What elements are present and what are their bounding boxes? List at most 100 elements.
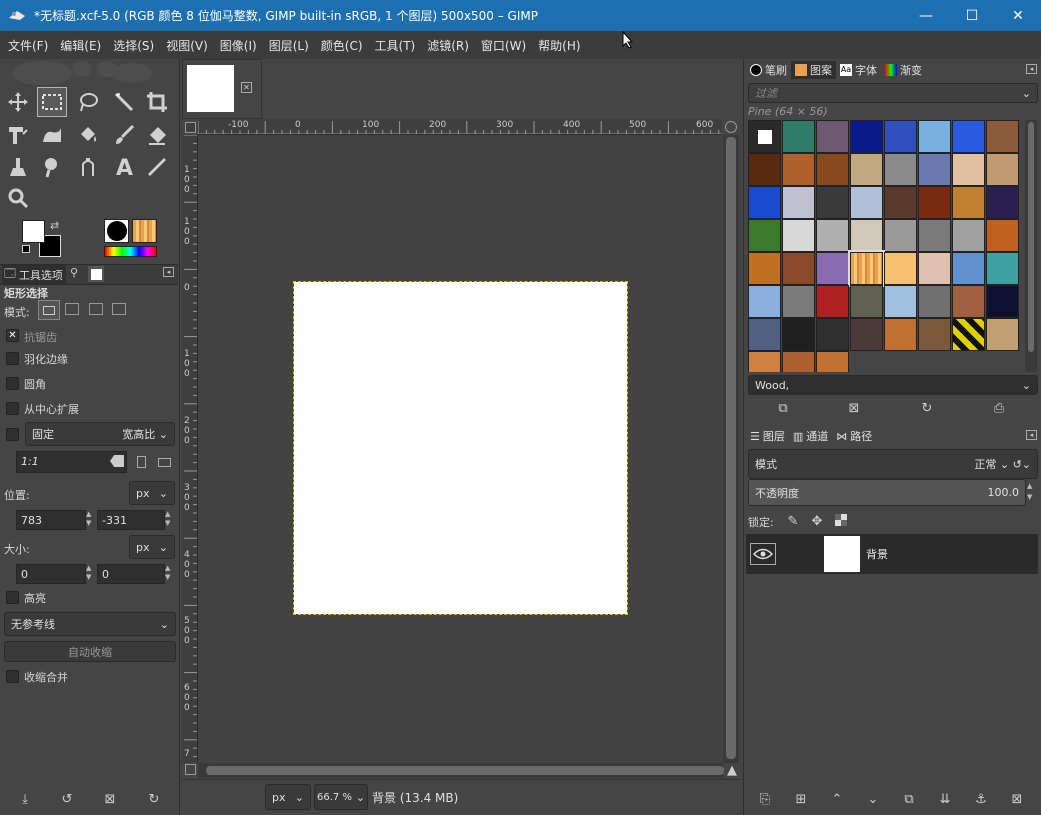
position-x-input[interactable]: 783 (16, 510, 86, 530)
pattern-swatch[interactable] (850, 219, 883, 252)
mode-subtract-button[interactable] (89, 303, 103, 315)
pattern-swatch[interactable] (816, 186, 849, 219)
pattern-swatch[interactable] (884, 285, 917, 318)
pattern-swatch[interactable] (918, 252, 951, 285)
pattern-grid-scrollbar[interactable] (1025, 120, 1037, 372)
new-layer-icon[interactable]: ⎘ (754, 788, 776, 810)
vertical-scrollbar[interactable] (723, 135, 739, 763)
lasso-tool-icon[interactable] (73, 87, 103, 117)
open-pattern-icon[interactable]: ⎙ (988, 397, 1010, 419)
pattern-swatch[interactable] (816, 219, 849, 252)
zoom-select[interactable]: 66.7 % ⌄ (314, 784, 368, 810)
unified-transform-tool-icon[interactable] (3, 120, 33, 150)
opacity-spinner[interactable]: ▲ ▼ (1027, 481, 1037, 505)
horizontal-scrollbar[interactable] (198, 763, 724, 778)
shrink-merged-checkbox[interactable] (6, 670, 19, 683)
pattern-swatch[interactable] (782, 285, 815, 318)
refresh-patterns-icon[interactable]: ↻ (916, 397, 938, 419)
fixed-checkbox[interactable] (6, 428, 19, 441)
swap-colors-icon[interactable]: ⇄ (50, 219, 59, 232)
mode-replace-button[interactable] (38, 300, 60, 320)
zoom-image-icon[interactable]: ▲ (727, 763, 737, 778)
fixed-mode-select[interactable]: 固定 宽高比 ⌄ (25, 422, 175, 446)
layer-name[interactable]: 背景 (866, 546, 888, 562)
pattern-swatch[interactable] (986, 186, 1019, 219)
pattern-swatch[interactable] (918, 153, 951, 186)
menu-windows[interactable]: 窗口(W) (475, 37, 532, 54)
opacity-slider[interactable]: 不透明度 100.0 (748, 479, 1026, 506)
menu-image[interactable]: 图像(I) (214, 37, 263, 54)
maximize-button[interactable]: ☐ (949, 0, 995, 31)
minimize-button[interactable]: — (903, 0, 949, 31)
delete-pattern-icon[interactable]: ⊠ (843, 397, 865, 419)
expand-center-checkbox[interactable] (6, 402, 19, 415)
raise-layer-icon[interactable]: ⌃ (826, 788, 848, 810)
position-unit-select[interactable]: px ⌄ (129, 481, 175, 505)
pattern-swatch[interactable] (816, 120, 849, 153)
mode-intersect-button[interactable] (112, 303, 126, 315)
menu-file[interactable]: 文件(F) (2, 37, 54, 54)
paths-tool-icon[interactable] (73, 152, 103, 182)
pattern-swatch[interactable] (884, 252, 917, 285)
anchor-layer-icon[interactable]: ⚓ (970, 788, 992, 810)
tab-device-status[interactable]: ⚲ (70, 266, 78, 279)
pattern-swatch[interactable] (748, 153, 781, 186)
pattern-swatch[interactable] (918, 219, 951, 252)
status-unit-select[interactable]: px ⌄ (265, 784, 311, 810)
pattern-swatch[interactable] (918, 120, 951, 153)
pattern-swatch[interactable] (782, 120, 815, 153)
pattern-swatch[interactable] (850, 186, 883, 219)
pattern-swatch[interactable] (748, 186, 781, 219)
tab-patterns[interactable]: 图案 (791, 61, 836, 79)
pattern-swatch[interactable] (782, 219, 815, 252)
text-tool-icon[interactable]: A (109, 152, 139, 182)
save-tool-preset-icon[interactable]: ⤓ (14, 788, 36, 810)
reset-mode-icon[interactable]: ↺⌄ (1013, 458, 1031, 471)
size-height-spinner[interactable]: ▲ ▼ (165, 564, 174, 584)
eraser-tool-icon[interactable] (142, 120, 172, 150)
lower-layer-icon[interactable]: ⌄ (862, 788, 884, 810)
size-width-spinner[interactable]: ▲ ▼ (86, 564, 95, 584)
size-height-input[interactable]: 0 (97, 564, 165, 584)
layer-row[interactable]: 背景 (746, 534, 1038, 574)
layer-mode-select[interactable]: 模式 正常 ⌄ ↺⌄ (748, 449, 1038, 479)
pattern-swatch[interactable] (748, 120, 781, 153)
pattern-swatch[interactable] (782, 153, 815, 186)
pattern-swatch[interactable] (748, 252, 781, 285)
image-tab[interactable]: ✕ (182, 59, 262, 119)
pattern-tag-input[interactable]: Wood, ⌄ (748, 375, 1038, 395)
pattern-swatch[interactable] (952, 120, 985, 153)
menu-filters[interactable]: 滤镜(R) (421, 37, 475, 54)
layer-visibility-eye-icon[interactable] (750, 543, 776, 565)
tab-tool-options[interactable]: 🗔 工具选项 (2, 265, 66, 284)
menu-tools[interactable]: 工具(T) (369, 37, 422, 54)
active-gradient-preview[interactable] (104, 246, 157, 257)
pattern-swatch[interactable] (816, 351, 849, 372)
smudge-tool-icon[interactable] (37, 152, 67, 182)
pattern-swatch[interactable] (884, 120, 917, 153)
pattern-swatch[interactable] (782, 252, 815, 285)
pattern-swatch[interactable] (782, 351, 815, 372)
tab-paths[interactable]: ⋈ 路径 (832, 427, 876, 445)
fg-color-swatch[interactable] (22, 220, 45, 243)
menu-layer[interactable]: 图层(L) (263, 37, 315, 54)
navigate-icon[interactable] (725, 121, 737, 133)
patterns-dock-menu-icon[interactable]: ◂ (1026, 64, 1037, 74)
ratio-input[interactable]: 1:1 (16, 451, 127, 473)
pattern-swatch[interactable] (748, 219, 781, 252)
mode-add-button[interactable] (65, 303, 79, 315)
ruler-corner-icon[interactable] (185, 122, 196, 133)
reset-tool-options-icon[interactable]: ↻ (143, 788, 165, 810)
size-unit-select[interactable]: px ⌄ (129, 535, 175, 559)
pattern-swatch[interactable] (986, 285, 1019, 318)
tool-options-menu-icon[interactable]: ◂ (163, 267, 174, 277)
bucket-fill-tool-icon[interactable] (73, 120, 103, 150)
close-image-icon[interactable]: ✕ (241, 82, 252, 93)
pattern-swatch[interactable] (816, 318, 849, 351)
pattern-swatch[interactable] (816, 285, 849, 318)
merge-layer-icon[interactable]: ⇊ (934, 788, 956, 810)
move-tool-icon[interactable] (3, 87, 33, 117)
pattern-swatch[interactable] (782, 318, 815, 351)
size-width-input[interactable]: 0 (16, 564, 86, 584)
feather-checkbox[interactable] (6, 352, 19, 365)
